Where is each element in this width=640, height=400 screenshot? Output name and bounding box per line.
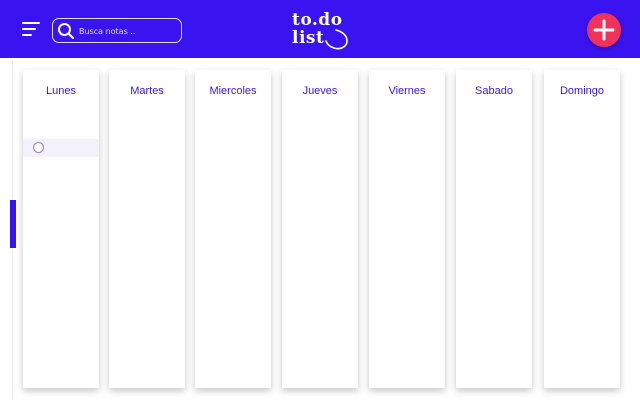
day-title: Miercoles bbox=[209, 85, 257, 97]
day-column-sabado[interactable]: Sabado bbox=[456, 70, 532, 388]
day-title: Viernes bbox=[388, 85, 426, 97]
day-column-lunes[interactable]: Lunes bbox=[23, 70, 99, 388]
task-checkbox[interactable] bbox=[33, 142, 44, 153]
left-scroll-indicator[interactable] bbox=[10, 200, 16, 248]
day-title: Domingo bbox=[559, 85, 605, 97]
app-logo: to.do list bbox=[290, 10, 352, 50]
top-bar: to.do list bbox=[0, 0, 640, 58]
day-column-martes[interactable]: Martes bbox=[109, 70, 185, 388]
day-column-jueves[interactable]: Jueves bbox=[282, 70, 358, 388]
day-title: Martes bbox=[130, 85, 164, 97]
add-note-button[interactable] bbox=[587, 13, 621, 47]
task-item[interactable] bbox=[23, 139, 99, 157]
search-input[interactable] bbox=[79, 22, 179, 40]
day-column-miercoles[interactable]: Miercoles bbox=[195, 70, 271, 388]
hamburger-menu-icon[interactable] bbox=[22, 20, 42, 38]
day-column-domingo[interactable]: Domingo bbox=[544, 70, 620, 388]
day-title: Jueves bbox=[302, 85, 338, 97]
day-title: Lunes bbox=[46, 85, 76, 97]
search-box bbox=[52, 18, 182, 43]
day-column-viernes[interactable]: Viernes bbox=[369, 70, 445, 388]
logo-smile-icon bbox=[325, 29, 348, 50]
search-icon[interactable] bbox=[57, 22, 75, 40]
plus-icon bbox=[593, 19, 615, 41]
day-title: Sabado bbox=[475, 85, 513, 97]
